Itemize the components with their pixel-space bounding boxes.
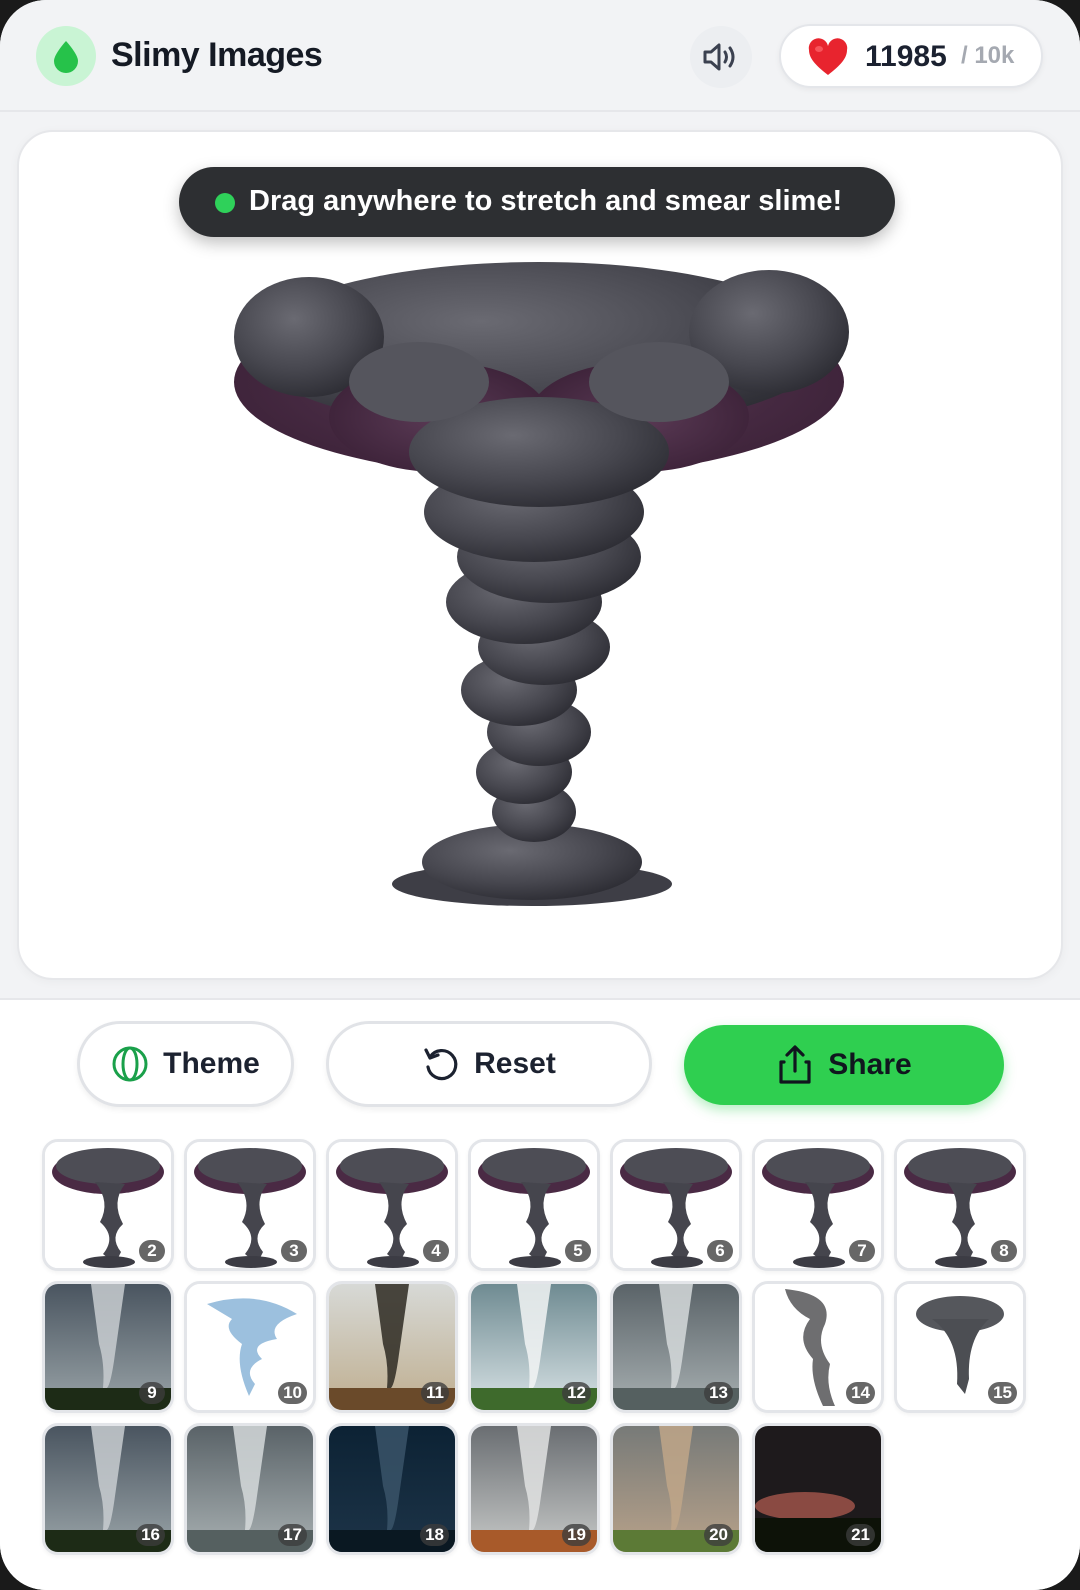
app-logo <box>36 26 96 86</box>
thumbnail-number-badge: 15 <box>988 1382 1017 1404</box>
reset-button[interactable]: Reset <box>326 1021 652 1107</box>
thumbnail-19[interactable]: 19 <box>468 1423 600 1555</box>
thumbnail-13[interactable]: 13 <box>610 1281 742 1413</box>
share-icon <box>776 1044 814 1086</box>
thumbnail-9[interactable]: 9 <box>42 1281 174 1413</box>
heart-icon <box>808 38 848 75</box>
hearts-counter: 11985 / 10k <box>779 24 1043 88</box>
thumbnail-number-badge: 6 <box>707 1240 733 1262</box>
drag-hint-text: Drag anywhere to stretch and smear slime… <box>249 185 843 217</box>
thumbnail-number-badge: 17 <box>278 1524 307 1546</box>
hearts-max: / 10k <box>961 42 1015 69</box>
thumbnail-number-badge: 13 <box>704 1382 733 1404</box>
slime-drop-icon <box>54 41 78 73</box>
hearts-count: 11985 <box>865 40 947 73</box>
thumbnail-number-badge: 7 <box>849 1240 875 1262</box>
thumbnail-20[interactable]: 20 <box>610 1423 742 1555</box>
thumbnail-number-badge: 8 <box>991 1240 1017 1262</box>
thumbnail-18[interactable]: 18 <box>326 1423 458 1555</box>
thumbnail-16[interactable]: 16 <box>42 1423 174 1555</box>
thumbnail-number-badge: 11 <box>421 1382 449 1404</box>
thumbnail-6[interactable]: 6 <box>610 1139 742 1271</box>
thumbnail-number-badge: 3 <box>281 1240 307 1262</box>
thumbnail-7[interactable]: 7 <box>752 1139 884 1271</box>
thumbnail-14[interactable]: 14 <box>752 1281 884 1413</box>
thumbnail-number-badge: 12 <box>562 1382 591 1404</box>
thumbnail-11[interactable]: 11 <box>326 1281 458 1413</box>
reset-icon <box>422 1045 460 1083</box>
thumbnail-number-badge: 14 <box>846 1382 875 1404</box>
thumbnail-number-badge: 5 <box>565 1240 591 1262</box>
thumbnail-number-badge: 21 <box>846 1524 875 1546</box>
thumbnail-number-badge: 2 <box>139 1240 165 1262</box>
thumbnail-21[interactable]: 21 <box>752 1423 884 1555</box>
thumbnail-number-badge: 18 <box>420 1524 449 1546</box>
speaker-icon <box>703 43 735 71</box>
theme-button[interactable]: Theme <box>77 1021 294 1107</box>
app-header: Slimy Images 11985 / 10k <box>0 0 1080 112</box>
slime-tornado-image <box>234 262 849 906</box>
thumbnail-number-badge: 16 <box>136 1524 165 1546</box>
thumbnail-8[interactable]: 8 <box>894 1139 1026 1271</box>
thumbnail-4[interactable]: 4 <box>326 1139 458 1271</box>
thumbnail-2[interactable]: 2 <box>42 1139 174 1271</box>
app-title: Slimy Images <box>111 36 323 74</box>
thumbnail-number-badge: 20 <box>704 1524 733 1546</box>
thumbnail-number-badge: 4 <box>423 1240 449 1262</box>
share-button[interactable]: Share <box>684 1025 1004 1105</box>
thumbnail-17[interactable]: 17 <box>184 1423 316 1555</box>
thumbnail-15[interactable]: 15 <box>894 1281 1026 1413</box>
reset-button-label: Reset <box>474 1047 556 1080</box>
thumbnail-number-badge: 10 <box>278 1382 307 1404</box>
drag-hint-toast: Drag anywhere to stretch and smear slime… <box>179 167 895 237</box>
thumbnail-number-badge: 9 <box>139 1382 165 1404</box>
share-button-label: Share <box>828 1048 912 1081</box>
theme-button-label: Theme <box>163 1047 260 1080</box>
app-frame: Slimy Images 11985 / 10k Drag anywhere t… <box>0 0 1080 1590</box>
thumbnail-10[interactable]: 10 <box>184 1281 316 1413</box>
status-dot-icon <box>215 193 235 213</box>
slime-canvas[interactable]: Drag anywhere to stretch and smear slime… <box>17 130 1063 980</box>
sound-toggle-button[interactable] <box>690 26 752 88</box>
thumbnail-12[interactable]: 12 <box>468 1281 600 1413</box>
theme-globe-icon <box>111 1045 149 1083</box>
thumbnail-number-badge: 19 <box>562 1524 591 1546</box>
thumbnail-5[interactable]: 5 <box>468 1139 600 1271</box>
thumbnail-3[interactable]: 3 <box>184 1139 316 1271</box>
